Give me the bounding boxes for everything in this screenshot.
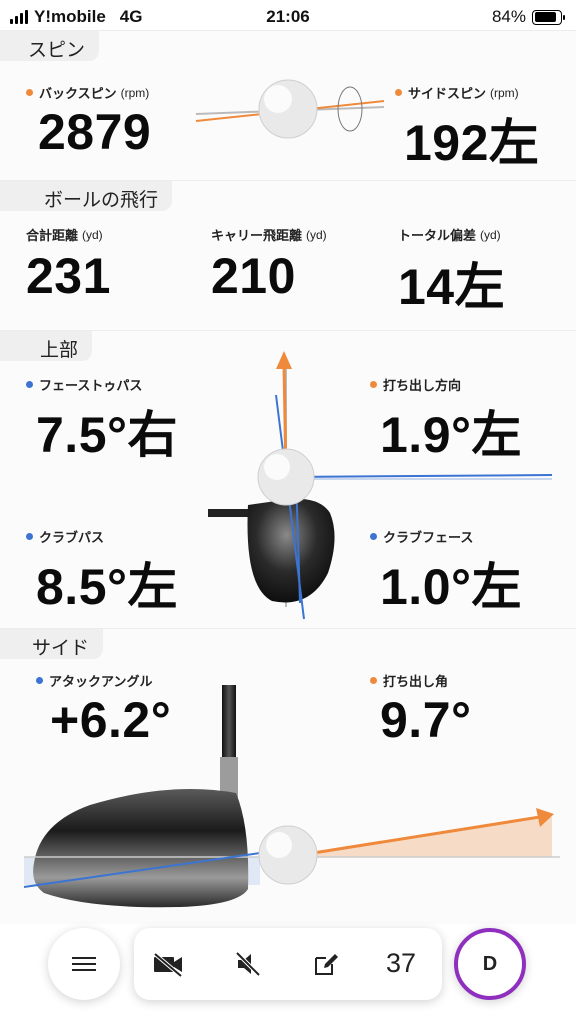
side-view-section: サイド アタックアングル +6.2° 打ち出し角 9.7° (0, 628, 576, 924)
backspin-label: バックスピン (rpm) (26, 83, 149, 102)
total-deviation-value: 14左 (398, 259, 506, 315)
attack-angle-label-text: アタックアングル (49, 674, 153, 689)
flight-section-title: ボールの飛行 (0, 181, 173, 211)
total-distance-label: 合計距離 (yd) (26, 225, 103, 244)
battery-fill (534, 12, 556, 22)
club-path-value: 8.5°左 (36, 559, 179, 615)
total-distance-value: 231 (26, 248, 111, 304)
face-to-path-label-text: フェーストゥパス (39, 378, 143, 393)
side-view-section-title: サイド (0, 629, 104, 659)
attack-angle-label: アタックアングル (36, 671, 152, 690)
golf-ball-highlight (264, 85, 292, 113)
club-path-label: クラブパス (26, 527, 104, 546)
action-toolbar: 37 (134, 928, 442, 1000)
golf-ball-icon (258, 79, 318, 139)
golf-ball-highlight (266, 832, 292, 858)
orange-dot-icon (370, 381, 377, 388)
total-distance-label-text: 合計距離 (26, 228, 79, 243)
golf-ball-icon (257, 448, 315, 506)
carry-distance-label: キャリー飛距離 (yd) (211, 225, 327, 244)
blue-dot-icon (26, 533, 33, 540)
face-to-path-value: 7.5°右 (36, 407, 179, 463)
sidespin-label-text: サイドスピン (408, 86, 487, 101)
sidespin-unit: (rpm) (490, 85, 519, 100)
face-angle-line (285, 474, 553, 478)
video-off-button[interactable] (148, 946, 188, 982)
edit-button[interactable] (306, 946, 346, 982)
status-bar: Y!mobile 4G 21:06 84% (0, 0, 576, 34)
top-view-section-title: 上部 (0, 331, 93, 361)
profile-button[interactable]: D (454, 928, 526, 1000)
battery-percent: 84% (491, 7, 526, 26)
sidespin-value: 192左 (404, 115, 540, 171)
total-deviation-label-text: トータル偏差 (398, 228, 477, 243)
carry-distance-label-text: キャリー飛距離 (211, 228, 303, 243)
club-face-label: クラブフェース (370, 527, 473, 546)
status-time: 21:06 (266, 7, 310, 26)
bottom-toolbar: 37 D (0, 924, 576, 1004)
club-path-label-text: クラブパス (39, 530, 105, 545)
spin-section-title: スピン (0, 31, 100, 61)
video-off-icon (153, 952, 183, 978)
total-deviation-unit: (yd) (480, 227, 501, 242)
shot-count[interactable]: 37 (386, 948, 416, 979)
profile-initial: D (482, 952, 498, 975)
launch-direction-label: 打ち出し方向 (370, 375, 461, 394)
launch-direction-label-text: 打ち出し方向 (383, 378, 462, 393)
carry-distance-unit: (yd) (306, 227, 327, 242)
status-right: 84% (491, 7, 565, 27)
edit-icon (315, 954, 338, 975)
sidespin-label: サイドスピン (rpm) (395, 83, 519, 102)
total-distance-unit: (yd) (82, 227, 103, 242)
launch-direction-value: 1.9°左 (380, 407, 523, 463)
blue-dot-icon (370, 533, 377, 540)
launch-angle-label-text: 打ち出し角 (383, 674, 449, 689)
orange-dot-icon (370, 677, 377, 684)
menu-button[interactable] (48, 928, 120, 1000)
mute-button[interactable] (228, 946, 268, 982)
arrow-head-icon (276, 351, 292, 369)
backspin-label-text: バックスピン (39, 86, 117, 101)
orange-dot-icon (395, 89, 402, 96)
blue-dot-icon (26, 381, 33, 388)
total-deviation-label: トータル偏差 (yd) (398, 225, 501, 244)
backspin-unit: (rpm) (120, 85, 150, 100)
backspin-value: 2879 (38, 104, 152, 160)
flight-section: ボールの飛行 合計距離 (yd) 231 キャリー飛距離 (yd) 210 トー… (0, 180, 576, 330)
face-to-path-label: フェーストゥパス (26, 375, 142, 394)
golf-ball-highlight (264, 454, 290, 480)
club-face-value: 1.0°左 (380, 559, 523, 615)
top-view-section: 上部 フェーストゥパス 7.5°右 打ち出し方向 1.9°左 クラブパス 8.5… (0, 330, 576, 628)
orange-dot-icon (26, 89, 33, 96)
launch-angle-value: 9.7° (380, 692, 472, 748)
menu-icon (72, 957, 96, 971)
battery-icon (532, 9, 565, 25)
spin-section: スピン バックスピン (rpm) 2879 サイドスピン (rpm) 192左 (0, 30, 576, 180)
mute-icon (235, 951, 261, 977)
spin-graphic (195, 79, 385, 139)
carry-distance-value: 210 (211, 248, 296, 304)
club-head-side-icon (33, 789, 249, 908)
launch-angle-label: 打ち出し角 (370, 671, 448, 690)
attack-angle-value: +6.2° (50, 692, 172, 748)
blue-dot-icon (36, 677, 43, 684)
club-face-label-text: クラブフェース (383, 530, 474, 545)
golf-ball-icon (258, 825, 318, 885)
